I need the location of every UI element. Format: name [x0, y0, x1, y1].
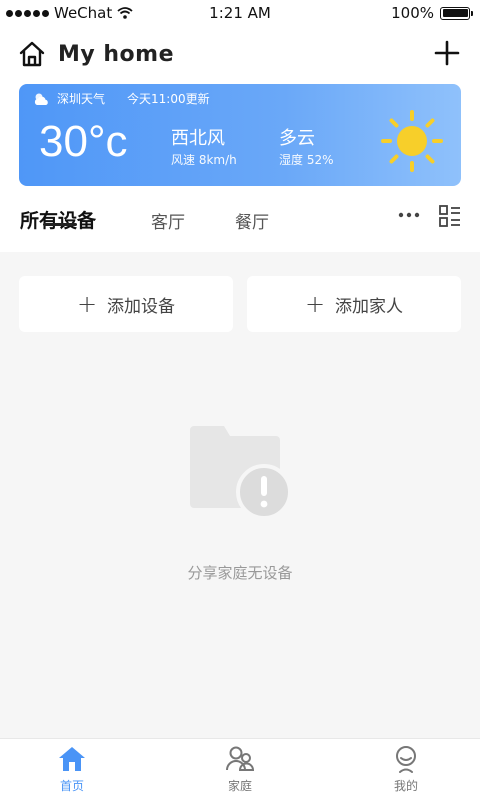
add-device-label: 添加设备 — [107, 296, 176, 317]
humidity: 湿度 52% — [279, 153, 334, 167]
header: My home — [18, 38, 462, 70]
home-icon[interactable] — [18, 40, 46, 68]
home-filled-icon — [59, 747, 85, 771]
family-icon — [226, 746, 255, 771]
battery-icon — [440, 6, 473, 20]
weather-updated-time: 今天11:00更新 — [127, 92, 210, 106]
nav-home[interactable]: 首页 — [32, 745, 112, 794]
plus-small-icon: + — [304, 290, 326, 318]
nav-family[interactable]: 家庭 — [200, 745, 280, 794]
add-family-label: 添加家人 — [335, 296, 404, 317]
weather-card[interactable]: 深圳天气 今天11:00更新 30°c 西北风 风速 8km/h 多云 湿度 5… — [19, 84, 461, 186]
weather-header: 深圳天气 今天11:00更新 — [33, 90, 210, 107]
weather-condition: 多云 — [279, 128, 315, 149]
add-device-button[interactable]: + 添加设备 — [19, 276, 233, 332]
home-title[interactable]: My home — [58, 42, 174, 67]
tab-dining-room[interactable]: 餐厅 — [235, 208, 269, 233]
nav-profile[interactable]: 我的 — [366, 745, 446, 794]
empty-state-message: 分享家庭无设备 — [187, 564, 293, 582]
status-right: 100% — [391, 4, 473, 22]
tab-living-room[interactable]: 客厅 — [151, 208, 185, 233]
empty-folder-warning-icon — [190, 426, 292, 520]
wind-speed: 风速 8km/h — [171, 153, 237, 167]
more-icon[interactable] — [398, 210, 420, 220]
room-tabs: 所有设备 客厅 餐厅 — [20, 204, 462, 248]
layout-grid-icon[interactable] — [438, 204, 462, 228]
profile-icon — [396, 746, 416, 773]
top-area: My home 深圳天气 今天11:00更新 30°c 西北风 风速 8km/h… — [0, 26, 480, 252]
temperature: 30°c — [39, 117, 128, 166]
sun-icon — [381, 110, 443, 172]
add-family-button[interactable]: + 添加家人 — [247, 276, 461, 332]
nav-home-label: 首页 — [59, 779, 84, 793]
nav-profile-label: 我的 — [393, 779, 418, 793]
status-bar: WeChat 1:21 AM 100% — [0, 0, 480, 26]
cloudy-sun-icon — [34, 93, 48, 105]
weather-location: 深圳天气 — [57, 92, 106, 106]
plus-small-icon: + — [76, 290, 98, 318]
plus-icon[interactable] — [432, 38, 462, 68]
nav-family-label: 家庭 — [227, 779, 252, 793]
bottom-nav: 首页 家庭 我的 — [0, 738, 480, 800]
active-tab-indicator — [43, 223, 77, 226]
battery-percent: 100% — [391, 4, 434, 22]
wind-direction: 西北风 — [171, 128, 225, 149]
tab-all-devices[interactable]: 所有设备 — [20, 206, 96, 233]
